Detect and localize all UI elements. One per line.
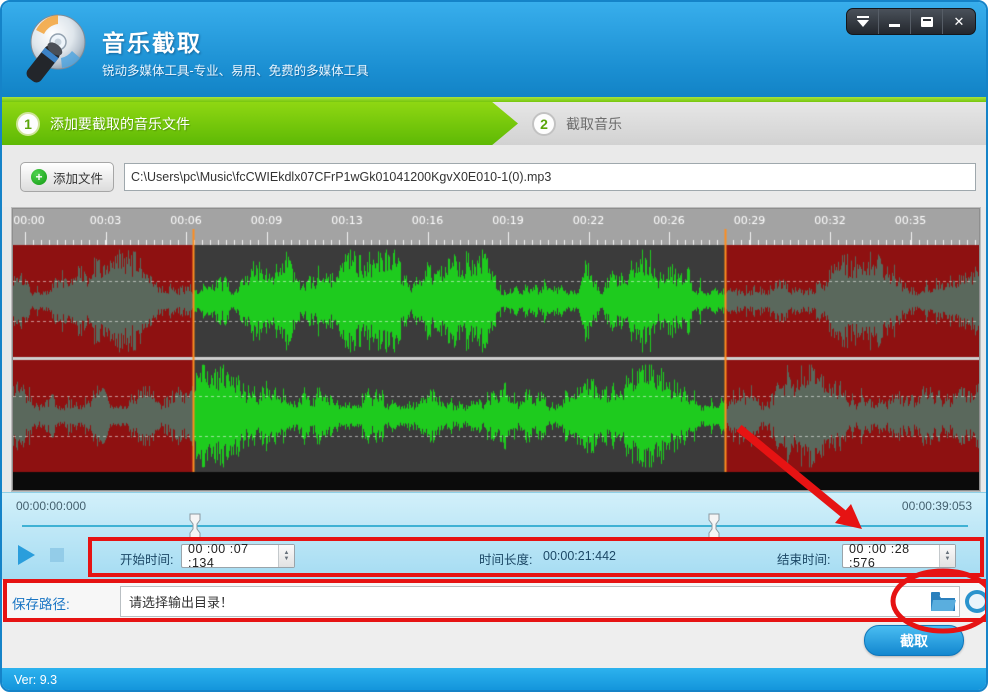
save-path-input[interactable] — [120, 586, 960, 617]
add-file-button[interactable]: + 添加文件 — [20, 162, 114, 192]
step-bar: 1 添加要截取的音乐文件 2 截取音乐 — [2, 102, 986, 145]
file-row: + 添加文件 — [2, 145, 986, 207]
save-path-label: 保存路径: — [12, 597, 70, 612]
selection-slider-track[interactable] — [22, 525, 968, 527]
slider-handle-end[interactable] — [707, 513, 721, 540]
file-path-input[interactable] — [124, 163, 976, 191]
titlebar: 音乐截取 锐动多媒体工具-专业、易用、免费的多媒体工具 ✕ — [2, 2, 986, 97]
status-bar: Ver: 9.3 — [2, 668, 986, 690]
duration-label: 时间长度: — [479, 553, 533, 567]
app-subtitle: 锐动多媒体工具-专业、易用、免费的多媒体工具 — [102, 64, 369, 78]
start-time-spinner[interactable]: ▲ ▼ — [278, 545, 294, 567]
spin-down-icon: ▼ — [283, 556, 290, 562]
playback-panel: 00:00:00:000 00:00:39:053 开始时间: 00 :00 :… — [2, 492, 986, 579]
total-duration: 00:00:39:053 — [901, 499, 972, 513]
step1-number: 1 — [16, 111, 40, 136]
end-time-label: 结束时间: — [777, 553, 831, 567]
start-time-field[interactable]: 00 :00 :07 :134 ▲ ▼ — [181, 542, 295, 570]
app-logo-icon — [26, 14, 86, 83]
waveform-panel — [11, 207, 981, 492]
end-time-field[interactable]: 00 :00 :28 :576 ▲ ▼ — [842, 542, 956, 570]
current-position: 00:00:00:000 — [16, 499, 87, 513]
close-button[interactable]: ✕ — [943, 9, 975, 34]
skin-menu-button[interactable] — [847, 9, 879, 34]
window-controls: ✕ — [846, 8, 976, 35]
cut-button[interactable]: 截取 — [864, 625, 964, 656]
plus-icon: + — [30, 169, 47, 185]
tab-step1-add-file[interactable]: 1 添加要截取的音乐文件 — [2, 102, 518, 145]
start-time-label: 开始时间: — [120, 553, 174, 567]
app-window: 音乐截取 锐动多媒体工具-专业、易用、免费的多媒体工具 ✕ 1 添加要截取的音乐… — [0, 0, 988, 692]
minimize-button[interactable] — [879, 9, 911, 34]
skin-menu-icon — [856, 16, 869, 18]
tab-step2-cut-music[interactable]: 2 截取音乐 — [532, 102, 622, 145]
step2-label: 截取音乐 — [566, 115, 622, 132]
step1-label: 添加要截取的音乐文件 — [50, 115, 190, 132]
version-text: Ver: 9.3 — [14, 673, 58, 687]
save-path-row: 保存路径: — [2, 579, 986, 622]
open-output-icon[interactable] — [965, 590, 986, 613]
add-file-label: 添加文件 — [52, 171, 103, 186]
browse-folder-icon[interactable] — [930, 591, 956, 612]
waveform-canvas[interactable] — [13, 209, 979, 490]
time-controls-row: 开始时间: 00 :00 :07 :134 ▲ ▼ 时间长度: 00:00:21… — [2, 537, 986, 580]
minimize-icon — [889, 24, 900, 27]
bottom-row: 截取 — [2, 622, 986, 668]
end-time-spinner[interactable]: ▲ ▼ — [939, 545, 955, 567]
maximize-icon — [920, 16, 933, 27]
close-icon: ✕ — [953, 14, 965, 29]
start-time-value: 00 :00 :07 :134 — [188, 542, 249, 570]
duration-value: 00:00:21:442 — [543, 549, 616, 563]
slider-handle-start[interactable] — [188, 513, 202, 540]
play-button[interactable] — [18, 545, 35, 565]
spin-down-icon: ▼ — [944, 556, 951, 562]
app-title: 音乐截取 — [102, 30, 202, 56]
step2-number: 2 — [532, 111, 556, 136]
end-time-value: 00 :00 :28 :576 — [849, 542, 910, 570]
stop-button[interactable] — [50, 548, 64, 562]
maximize-button[interactable] — [911, 9, 943, 34]
